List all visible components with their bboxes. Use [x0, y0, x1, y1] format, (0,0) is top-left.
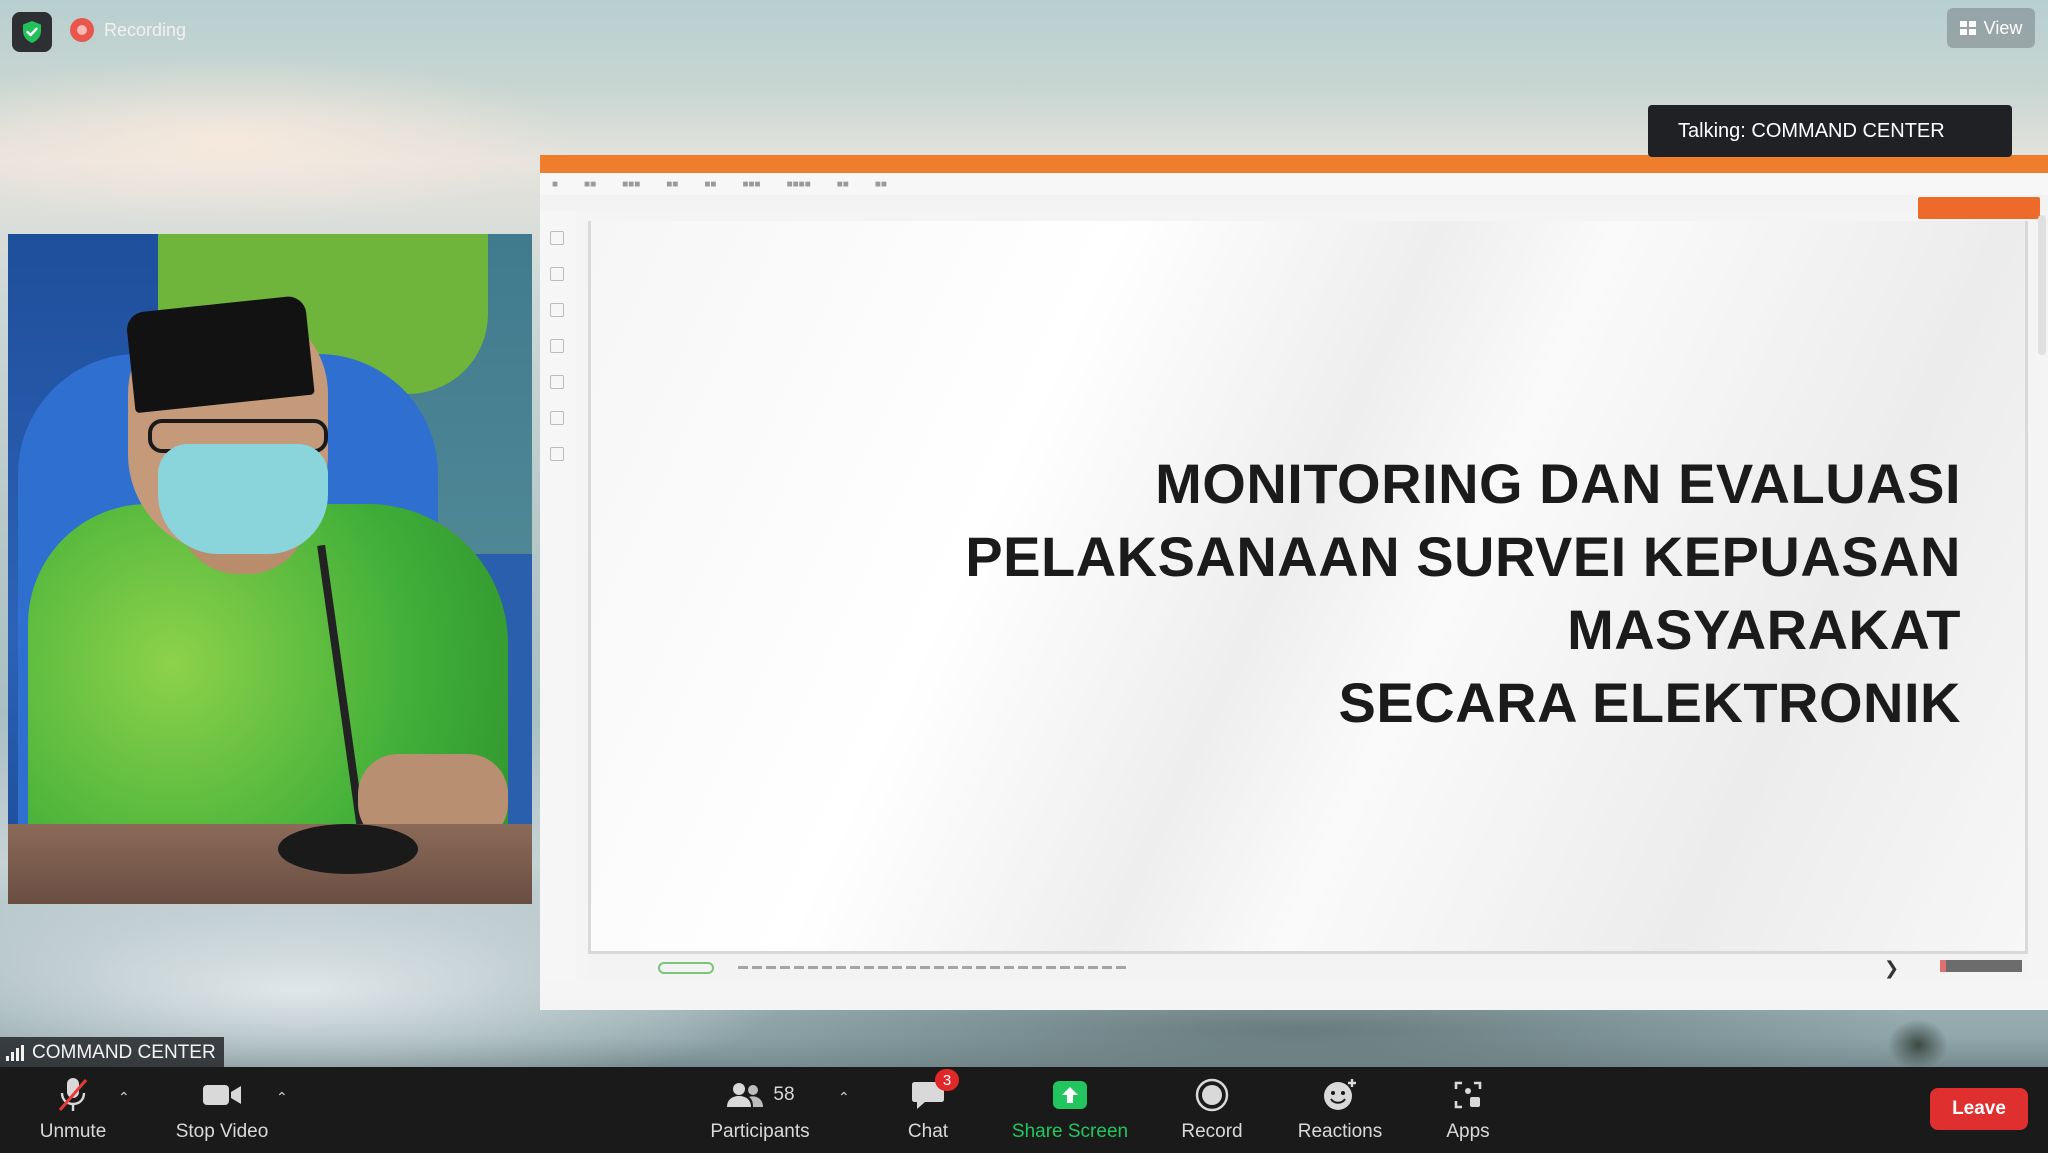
sidebar-tool-icon [550, 411, 564, 425]
video-camera-icon [202, 1075, 242, 1115]
shared-screen[interactable]: ■ ■■ ■■■ ■■ ■■ ■■■ ■■■■ ■■ ■■ MONITORING… [540, 155, 2048, 1010]
security-shield-button[interactable] [12, 12, 52, 52]
reactions-button[interactable]: Reactions [1290, 1075, 1390, 1151]
sidebar-tool-icon [550, 267, 564, 281]
slide-title-line: MONITORING DAN EVALUASI [1155, 452, 1961, 515]
chat-icon-wrap: 3 [911, 1069, 959, 1115]
recording-indicator[interactable]: Recording [70, 18, 186, 42]
share-screen-label: Share Screen [1011, 1121, 1129, 1142]
chevron-right-icon: ❯ [1884, 958, 1900, 978]
signal-icon [6, 1045, 24, 1061]
apps-label: Apps [1446, 1121, 1490, 1142]
footer-logo [658, 962, 714, 974]
talking-indicator: Talking: COMMAND CENTER [1648, 105, 2012, 157]
video-person-cap [125, 294, 315, 414]
apps-icon [1452, 1075, 1484, 1115]
reactions-icon [1322, 1075, 1358, 1115]
record-label: Record [1181, 1121, 1243, 1142]
shared-app-titlebar [540, 155, 2048, 173]
participants-button[interactable]: 58 Participants [700, 1075, 820, 1151]
participants-icon [727, 1083, 764, 1107]
video-table [8, 824, 532, 904]
chat-label: Chat [907, 1121, 949, 1142]
stop-video-label: Stop Video [175, 1121, 269, 1142]
menu-placeholder: ■ [552, 178, 559, 190]
apps-button[interactable]: Apps [1428, 1075, 1508, 1151]
shared-app-menubar: ■ ■■ ■■■ ■■ ■■ ■■■ ■■■■ ■■ ■■ [540, 173, 2048, 195]
menu-placeholder: ■■ [584, 178, 597, 190]
leave-button[interactable]: Leave [1930, 1088, 2028, 1130]
view-button[interactable]: View [1947, 8, 2035, 48]
menu-placeholder: ■■■ [622, 178, 641, 190]
participant-video[interactable] [8, 234, 532, 904]
sidebar-tool-icon [550, 339, 564, 353]
video-options-caret[interactable]: ⌃ [276, 1089, 288, 1106]
share-screen-icon [1051, 1075, 1089, 1115]
sidebar-tool-icon [550, 231, 564, 245]
video-person-mask [158, 444, 328, 554]
participants-label: Participants [710, 1121, 810, 1142]
sidebar-tool-icon [550, 303, 564, 317]
unmute-button[interactable]: Unmute [28, 1075, 118, 1151]
shared-app-badge [1918, 197, 2040, 219]
video-microphone-base [278, 824, 418, 874]
reactions-label: Reactions [1297, 1121, 1383, 1142]
slide-title-line: PELAKSANAAN SURVEI KEPUASAN [965, 525, 1961, 588]
audio-options-caret[interactable]: ⌃ [118, 1089, 130, 1106]
participant-name: COMMAND CENTER [32, 1042, 216, 1063]
participants-count: 58 [773, 1084, 795, 1105]
meeting-toolbar: Unmute ⌃ Stop Video ⌃ 58 Participants ⌃ [0, 1067, 2048, 1153]
slide-title-line: SECARA ELEKTRONIK [1338, 671, 1961, 734]
slide-title-line: MASYARAKAT [1567, 598, 1961, 661]
muted-mic-icon [56, 1075, 90, 1115]
record-dot-icon [70, 18, 94, 42]
share-screen-button[interactable]: Share Screen [1010, 1075, 1130, 1151]
chat-button[interactable]: 3 Chat [890, 1069, 966, 1151]
background-tree [1878, 1005, 1958, 1075]
shared-app-statusbar [540, 979, 2048, 1001]
menu-placeholder: ■■■■ [786, 178, 811, 190]
participants-icon-wrap: 58 [725, 1075, 795, 1115]
record-button[interactable]: Record [1172, 1075, 1252, 1151]
unmute-label: Unmute [39, 1121, 107, 1142]
menu-placeholder: ■■ [874, 178, 887, 190]
slide-title: MONITORING DAN EVALUASI PELAKSANAAN SURV… [761, 447, 1961, 739]
sidebar-tool-icon [550, 447, 564, 461]
footer-text-line [738, 966, 1128, 969]
shield-icon [23, 21, 41, 43]
shared-app-sidebar [540, 211, 576, 991]
shared-app-tabrow [540, 195, 2048, 211]
menu-placeholder: ■■ [704, 178, 717, 190]
presentation-slide: MONITORING DAN EVALUASI PELAKSANAAN SURV… [588, 221, 2028, 951]
recording-label: Recording [104, 19, 187, 40]
record-icon [1195, 1075, 1229, 1115]
participant-name-tag: COMMAND CENTER [0, 1037, 224, 1069]
sidebar-tool-icon [550, 375, 564, 389]
slide-footer: ❯ [588, 951, 2028, 979]
menu-placeholder: ■■■ [742, 178, 761, 190]
stop-video-button[interactable]: Stop Video [170, 1075, 274, 1151]
grid-icon [1959, 21, 1976, 35]
participants-options-caret[interactable]: ⌃ [838, 1089, 850, 1106]
menu-placeholder: ■■ [666, 178, 679, 190]
chat-unread-badge: 3 [935, 1069, 959, 1091]
footer-brand-logo [1940, 960, 2022, 972]
shared-app-scrollbar [2038, 215, 2046, 355]
menu-placeholder: ■■ [836, 178, 849, 190]
view-label: View [1983, 17, 2023, 38]
